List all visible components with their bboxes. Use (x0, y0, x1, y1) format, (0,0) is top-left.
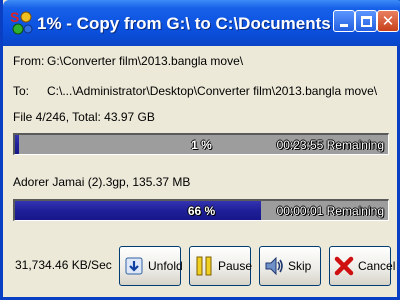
total-time-remaining: 00:23:55 Remaining (276, 138, 384, 152)
maximize-icon (360, 15, 372, 27)
unfold-button[interactable]: Unfold (119, 246, 183, 286)
file-progress-bar: 66 % 00:00:01 Remaining (13, 199, 389, 221)
title-bar[interactable]: S 1% - Copy from G:\ to C:\Documents and… (3, 0, 400, 46)
pause-button[interactable]: Pause (189, 246, 253, 286)
maximize-button[interactable] (355, 10, 377, 32)
from-path: G:\Converter film\2013.bangla move\ (47, 54, 244, 68)
total-progress-bar: 1 % 00:23:55 Remaining (13, 133, 389, 155)
pause-label: Pause (218, 259, 253, 273)
file-time-remaining: 00:00:01 Remaining (276, 204, 384, 218)
minimize-button[interactable] (333, 10, 355, 32)
cancel-label: Cancel (358, 259, 396, 273)
to-path: C:\...\Administrator\Desktop\Converter f… (47, 84, 378, 98)
from-label: From: (13, 54, 45, 68)
close-icon: ✕ (381, 11, 395, 30)
file-summary: File 4/246, Total: 43.97 GB (13, 110, 155, 124)
minimize-icon (340, 23, 348, 27)
svg-text:S: S (10, 9, 19, 25)
to-label: To: (13, 84, 30, 98)
unfold-icon (124, 255, 144, 277)
current-file-info: Adorer Jamai (2).3gp, 135.37 MB (13, 175, 191, 189)
skip-button[interactable]: Skip (259, 246, 321, 286)
copy-progress-window: S 1% - Copy from G:\ to C:\Documents and… (0, 0, 400, 300)
window-title: 1% - Copy from G:\ to C:\Documents and S… (37, 14, 333, 33)
cancel-icon (334, 255, 354, 277)
pause-icon (194, 255, 214, 277)
skip-label: Skip (288, 259, 312, 273)
close-button[interactable]: ✕ (377, 10, 399, 32)
copy-app-icon: S (9, 8, 35, 36)
cancel-button[interactable]: Cancel (329, 246, 395, 286)
transfer-speed: 31,734.46 KB/Sec (15, 258, 112, 272)
skip-icon (264, 255, 284, 277)
unfold-label: Unfold (148, 259, 183, 273)
